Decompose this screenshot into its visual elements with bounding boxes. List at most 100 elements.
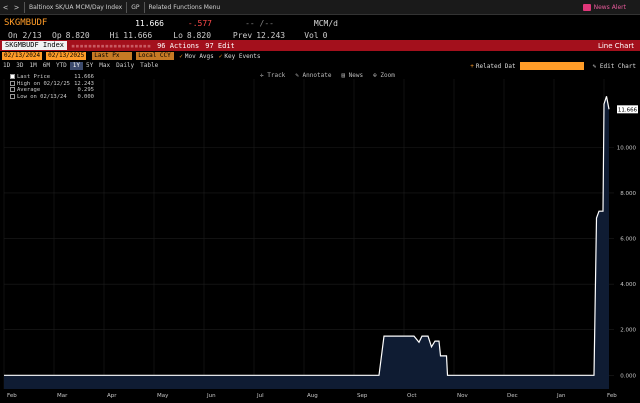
y-tick-label: 10.000 bbox=[617, 145, 637, 151]
checkbox-icon[interactable] bbox=[10, 93, 15, 99]
chart-toolbar: ✛ Track ✎ Annotate ▤ News ⊕ Zoom bbox=[260, 71, 405, 79]
related-functions-menu[interactable]: Related Functions Menu bbox=[147, 4, 223, 11]
x-tick-label: Mar bbox=[57, 393, 68, 399]
start-date-field[interactable]: 02/13/2024 bbox=[2, 52, 43, 60]
range-button-max[interactable]: Max bbox=[96, 62, 113, 70]
x-tick-label: Dec bbox=[507, 393, 518, 399]
chevron-icon: ✓ bbox=[179, 52, 183, 60]
edit-chart-button[interactable]: ✎ Edit Chart bbox=[593, 63, 636, 70]
range-button-3d[interactable]: 3D bbox=[13, 62, 26, 70]
divider bbox=[143, 1, 145, 13]
x-tick-label: Jul bbox=[256, 393, 264, 399]
range-button-5y[interactable]: 5Y bbox=[83, 62, 96, 70]
series-area bbox=[4, 96, 609, 390]
zoom-button[interactable]: ⊕ Zoom bbox=[373, 72, 395, 79]
open-value: 8.820 bbox=[65, 30, 90, 40]
y-tick-label: 6.000 bbox=[620, 237, 636, 243]
line-chart[interactable]: 0.000 2.000 4.000 6.000 8.000 10.000 Feb Mar Ap… bbox=[0, 71, 640, 403]
divider bbox=[126, 1, 128, 13]
quote-date: On 2/13 bbox=[8, 30, 42, 40]
volume-label: Vol bbox=[304, 30, 319, 40]
chart-area[interactable]: 0.000 2.000 4.000 6.000 8.000 10.000 Feb Mar Ap… bbox=[0, 71, 640, 403]
chart-legend: Last Price 11.666 High on 02/12/25 12.24… bbox=[10, 74, 94, 100]
function-bar: SKGMBUDF Index ▪▪▪▪▪▪▪▪▪▪▪▪▪▪▪▪▪▪▪ 96 Ac… bbox=[0, 40, 640, 51]
last-price: 11.666 bbox=[135, 18, 164, 28]
x-tick-label: Jan bbox=[556, 393, 566, 399]
security-title[interactable]: Baltinox SK/UA MCM/Day Index bbox=[27, 4, 124, 11]
open-label: Op bbox=[52, 30, 62, 40]
y-tick-label: 0.000 bbox=[620, 373, 636, 379]
chart-grid bbox=[3, 79, 614, 389]
range-button-1m[interactable]: 1M bbox=[26, 62, 39, 70]
checkbox-icon[interactable] bbox=[10, 74, 15, 79]
track-button[interactable]: ✛ Track bbox=[260, 72, 285, 79]
chart-type-title: Line Chart bbox=[597, 41, 634, 50]
news-button[interactable]: ▤ News bbox=[341, 72, 363, 79]
news-alert-icon bbox=[582, 3, 591, 11]
prev-value: 12.243 bbox=[256, 30, 286, 40]
actions-menu-button[interactable]: 96 Actions bbox=[157, 42, 199, 50]
range-button-1y[interactable]: 1Y bbox=[69, 62, 84, 70]
faded-field: ▪▪▪▪▪▪▪▪▪▪▪▪▪▪▪▪▪▪▪ bbox=[71, 41, 152, 50]
range-button-table[interactable]: Table bbox=[137, 62, 161, 70]
y-tick-label: 2.000 bbox=[620, 328, 636, 334]
net-change: -.577 bbox=[187, 18, 212, 28]
low-label: Lo bbox=[173, 30, 183, 40]
currency-field[interactable]: Local CCY bbox=[136, 52, 175, 60]
range-right-controls: + Related Dat ✎ Edit Chart bbox=[465, 62, 640, 70]
mov-avgs-toggle[interactable]: ✓ Mov Avgs bbox=[179, 53, 214, 60]
bid-ask-placeholder: -- /-- bbox=[245, 18, 274, 28]
x-tick-label: Jun bbox=[206, 393, 216, 399]
series-line bbox=[4, 96, 610, 376]
x-tick-label: Oct bbox=[407, 393, 417, 399]
ticker-symbol: SKGMBUDF bbox=[4, 18, 48, 28]
news-alert-button[interactable]: News Alert bbox=[582, 3, 626, 11]
checkbox-icon[interactable] bbox=[10, 87, 15, 92]
pencil-icon: ✎ bbox=[592, 62, 600, 70]
range-button-ytd[interactable]: YTD bbox=[53, 62, 70, 70]
legend-row-low[interactable]: Low on 02/13/24 0.000 bbox=[10, 93, 94, 101]
volume-value: 0 bbox=[322, 30, 328, 40]
back-arrow-icon[interactable]: < bbox=[0, 1, 11, 14]
forward-arrow-icon[interactable]: > bbox=[11, 1, 22, 14]
function-menu-gp[interactable]: GP bbox=[129, 4, 141, 11]
related-date-field[interactable] bbox=[519, 62, 584, 70]
top-bar: < > Baltinox SK/UA MCM/Day Index GP Rela… bbox=[0, 0, 640, 15]
plus-icon: + bbox=[470, 62, 474, 70]
x-tick-label: May bbox=[157, 393, 169, 399]
range-button-1d[interactable]: 1D bbox=[0, 62, 13, 70]
last-value-label: 11.666 bbox=[618, 107, 638, 113]
x-tick-label: Feb bbox=[7, 393, 17, 399]
x-tick-label: Nov bbox=[457, 393, 468, 399]
x-tick-label: Aug bbox=[307, 393, 318, 399]
x-tick-label: Feb bbox=[607, 393, 617, 399]
key-events-toggle[interactable]: ✓ Key Events bbox=[219, 53, 261, 60]
price-field[interactable]: Last Px bbox=[92, 52, 133, 60]
range-buttons: 1D 3D 1M 6M YTD 1Y 5Y Max Daily Table bbox=[0, 62, 161, 70]
edit-menu-button[interactable]: 97 Edit bbox=[205, 42, 235, 50]
range-button-daily[interactable]: Daily bbox=[113, 62, 137, 70]
high-value: 11.666 bbox=[123, 30, 153, 40]
range-button-6m[interactable]: 6M bbox=[40, 62, 53, 70]
x-tick-label: Sep bbox=[357, 393, 368, 399]
related-date-label: + Related Dat bbox=[470, 62, 516, 70]
checkbox-icon[interactable] bbox=[10, 80, 15, 86]
y-tick-label: 8.000 bbox=[620, 191, 636, 197]
chevron-icon: ✓ bbox=[218, 52, 223, 60]
quote-row: On 2/13 Op 8.820 Hi 11.666 Lo 8.820 Prev… bbox=[0, 30, 640, 40]
ticker-row: SKGMBUDF 11.666 -.577 -- /-- MCM/d bbox=[0, 16, 640, 30]
range-row: 1D 3D 1M 6M YTD 1Y 5Y Max Daily Table + Related Da… bbox=[0, 61, 640, 71]
end-date-field[interactable]: 02/13/2025 bbox=[46, 52, 87, 60]
parameter-row: 02/13/2024 02/13/2025 Last Px Local CCY … bbox=[0, 51, 640, 61]
security-field[interactable]: SKGMBUDF Index bbox=[2, 41, 68, 50]
news-alert-label: News Alert bbox=[593, 3, 626, 11]
unit-label: MCM/d bbox=[313, 18, 338, 28]
divider bbox=[24, 1, 25, 13]
low-value: 8.820 bbox=[186, 30, 212, 40]
last-value-tag: 11.666 bbox=[617, 105, 638, 114]
high-label: Hi bbox=[109, 30, 120, 40]
y-tick-label: 4.000 bbox=[620, 282, 636, 288]
x-axis-ticks: Feb Mar Apr May Jun Jul Aug Sep Oct Nov Dec Jan Feb bbox=[7, 393, 617, 399]
annotate-button[interactable]: ✎ Annotate bbox=[295, 72, 331, 79]
prev-label: Prev bbox=[232, 30, 253, 40]
